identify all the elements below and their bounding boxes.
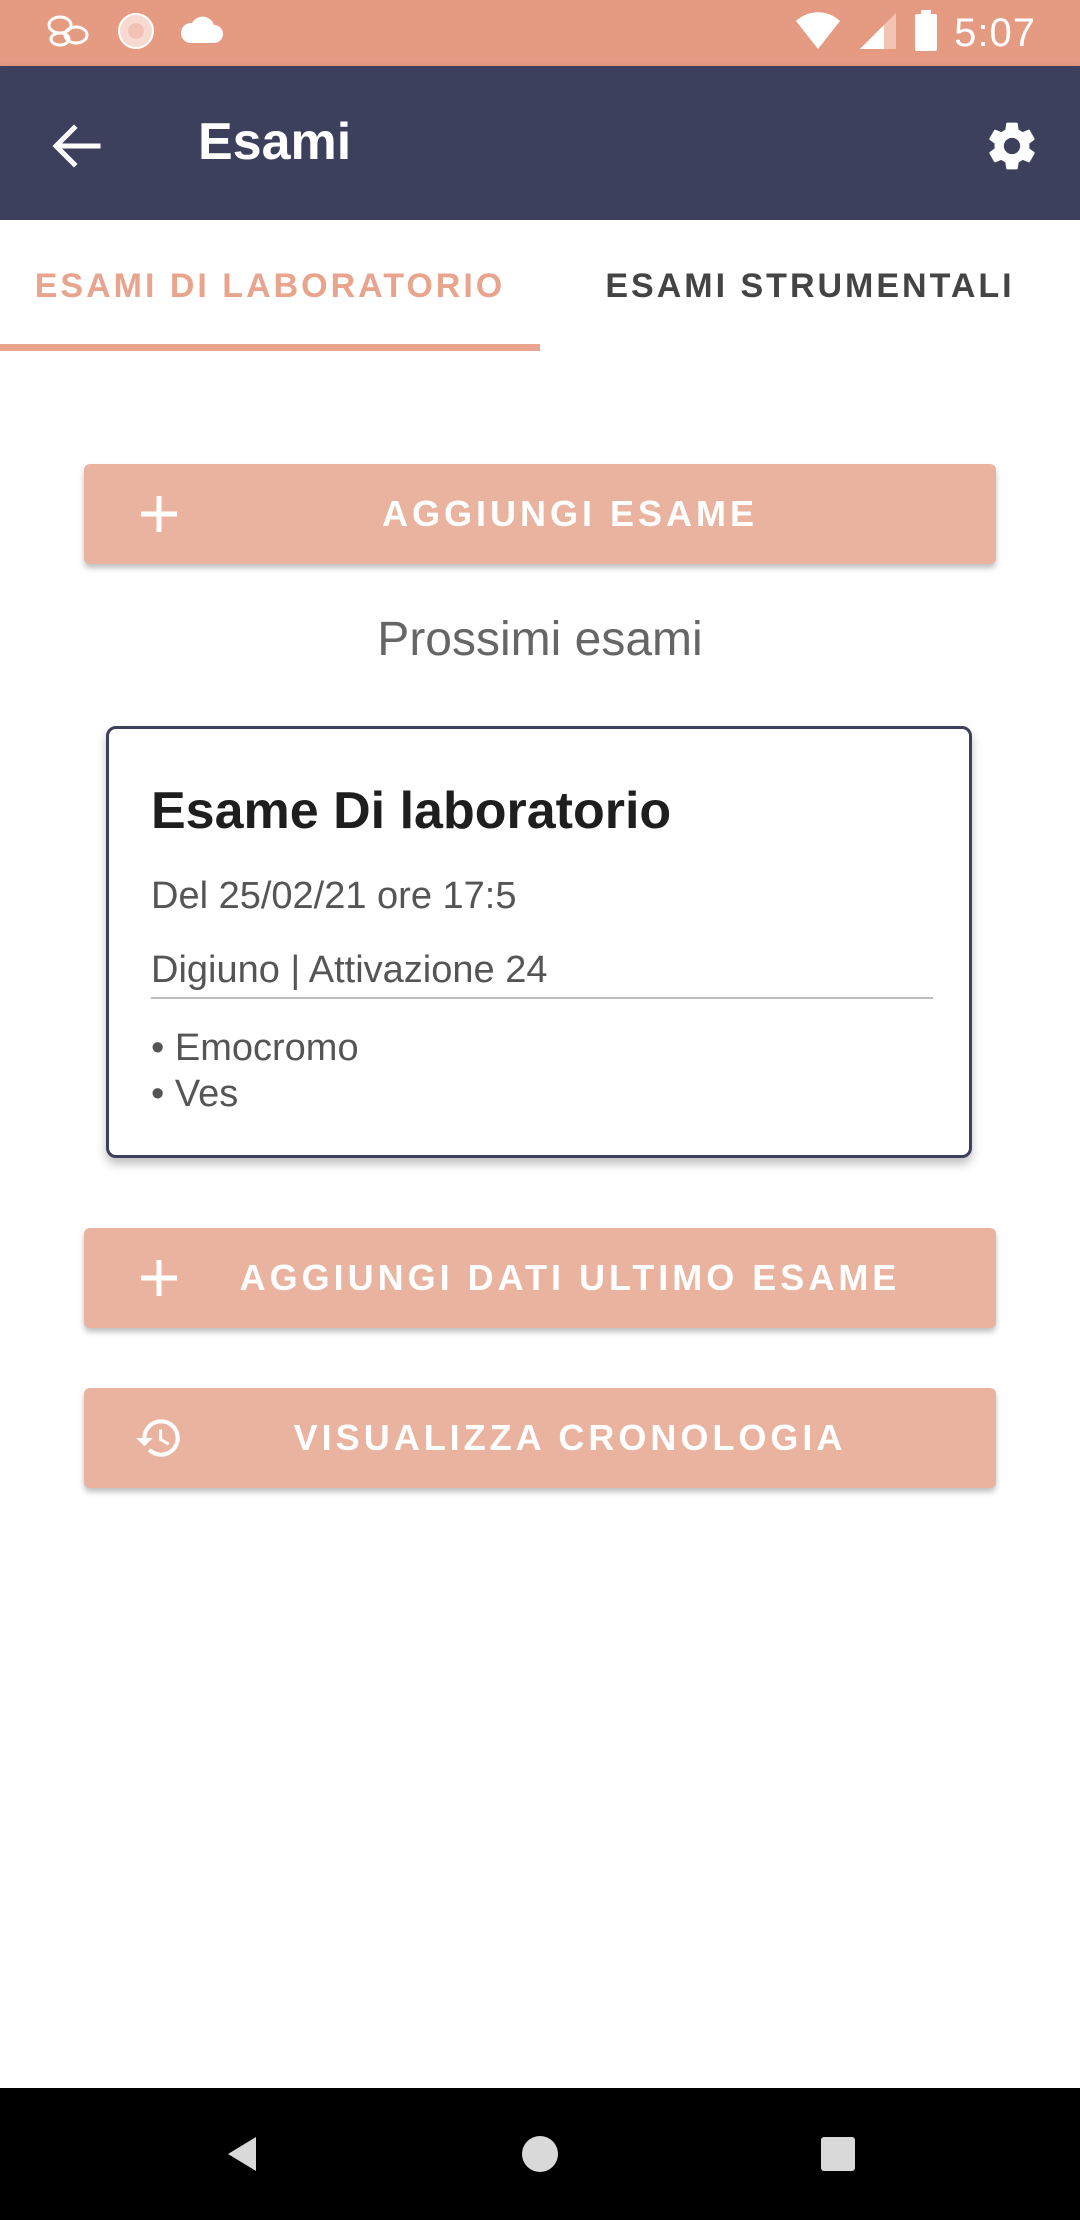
status-time: 5:07: [954, 10, 1036, 55]
view-history-button[interactable]: VISUALIZZA CRONOLOGIA: [84, 1388, 996, 1488]
exam-card[interactable]: Esame Di laboratorio Del 25/02/21 ore 17…: [106, 726, 972, 1158]
battery-icon: [914, 9, 938, 57]
list-item: Ves: [151, 1071, 359, 1117]
back-button[interactable]: [36, 106, 116, 186]
status-right: 5:07: [794, 8, 1036, 58]
nav-home-button[interactable]: [510, 2124, 570, 2184]
wifi-icon: [794, 11, 842, 56]
gear-icon: [989, 122, 1035, 170]
nav-back-button[interactable]: [212, 2124, 272, 2184]
signal-icon: [858, 11, 898, 56]
view-history-label: VISUALIZZA CRONOLOGIA: [293, 1417, 847, 1458]
list-item: Emocromo: [151, 1025, 359, 1071]
app-bar: Esami: [0, 66, 1080, 220]
exam-card-date: Del 25/02/21 ore 17:5: [151, 875, 517, 917]
triangle-back-icon: [228, 2137, 256, 2171]
status-left: [46, 12, 224, 54]
add-last-exam-data-button[interactable]: AGGIUNGI DATI ULTIMO ESAME: [84, 1228, 996, 1328]
tab-indicator: [0, 344, 540, 351]
square-recents-icon: [821, 2137, 855, 2171]
plus-icon: [134, 489, 184, 539]
add-exam-label: AGGIUNGI ESAME: [381, 493, 759, 534]
divider: [151, 997, 933, 999]
tab-laboratory-exams[interactable]: ESAMI DI LABORATORIO: [0, 220, 540, 352]
arrow-left-icon: [52, 124, 101, 168]
exam-card-title: Esame Di laboratorio: [151, 782, 672, 840]
tab-instrumental-exams[interactable]: ESAMI STRUMENTALI: [540, 220, 1080, 352]
status-bar: 5:07: [0, 0, 1080, 66]
history-icon: [134, 1413, 184, 1463]
system-nav-bar: [0, 2088, 1080, 2220]
add-exam-button[interactable]: AGGIUNGI ESAME: [84, 464, 996, 564]
tab-bar: ESAMI DI LABORATORIO ESAMI STRUMENTALI: [0, 220, 1080, 352]
app-logo-icon: [116, 11, 156, 56]
cloud-icon: [178, 15, 224, 52]
exam-items-list: Emocromo Ves: [151, 1025, 359, 1117]
page-title: Esami: [198, 113, 352, 171]
nav-recents-button[interactable]: [808, 2124, 868, 2184]
circle-home-icon: [522, 2136, 558, 2172]
settings-button[interactable]: [972, 106, 1052, 186]
add-last-exam-data-label: AGGIUNGI DATI ULTIMO ESAME: [239, 1257, 901, 1298]
upcoming-exams-title: Prossimi esami: [377, 613, 703, 666]
notification-icon: [46, 13, 94, 54]
plus-icon: [134, 1253, 184, 1303]
exam-card-details: Digiuno | Attivazione 24: [151, 949, 548, 991]
